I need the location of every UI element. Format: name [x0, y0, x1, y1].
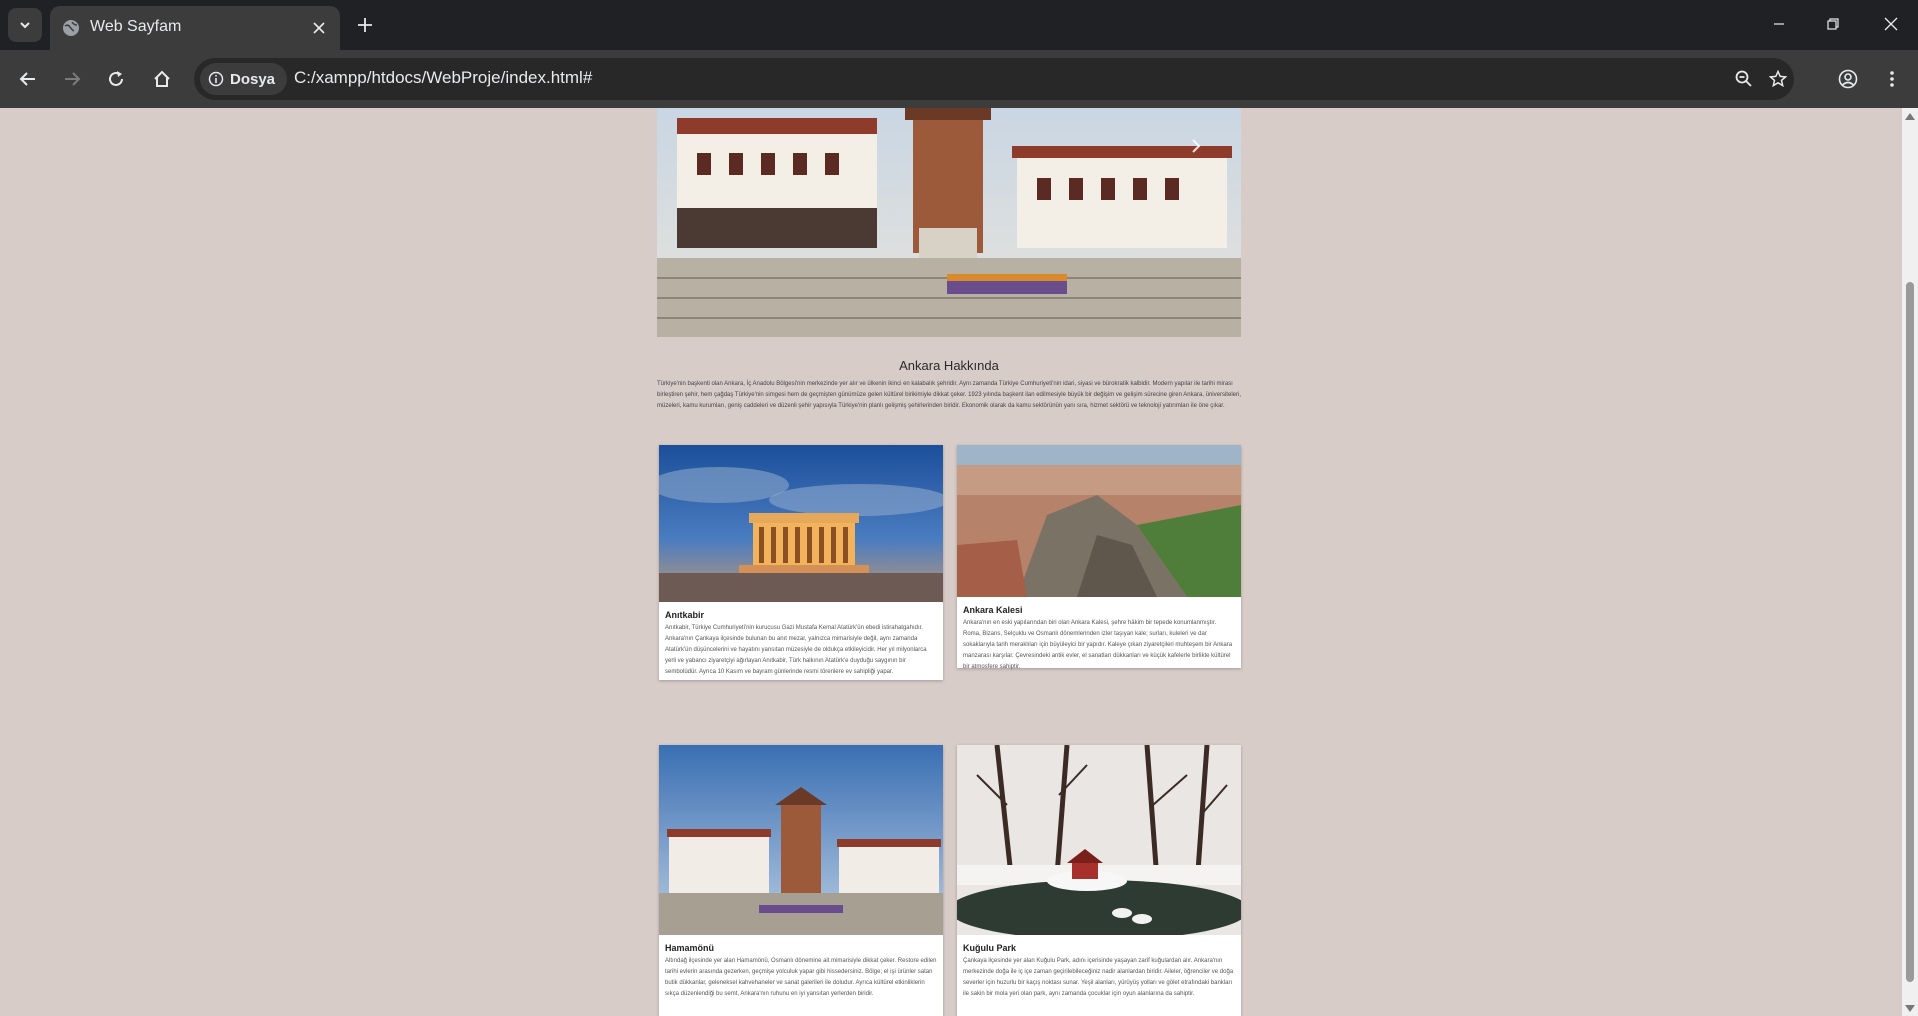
scroll-up-arrow-icon[interactable]: [1905, 113, 1915, 120]
hero-slider: [657, 108, 1241, 337]
about-text: Türkiye'nin başkenti olan Ankara, İç Ana…: [657, 381, 1241, 409]
card-image-kugulu-park: [957, 745, 1241, 935]
card-kugulu-park[interactable]: Kuğulu Park Çankaya ilçesinde yer alan K…: [957, 745, 1241, 1016]
close-icon: [313, 22, 325, 34]
tab-title: Web Sayfam: [90, 18, 182, 35]
url-text[interactable]: C:/xampp/htdocs/WebProje/index.html#: [294, 68, 592, 88]
back-button[interactable]: [12, 63, 44, 95]
about-title: Ankara Hakkında: [899, 358, 999, 373]
zoom-button[interactable]: [1730, 65, 1758, 93]
profile-icon: [1838, 69, 1858, 89]
plus-icon: [358, 18, 372, 32]
profile-button[interactable]: [1832, 63, 1864, 95]
card-text: Çankaya ilçesinde yer alan Kuğulu Park, …: [963, 958, 1234, 997]
scroll-thumb[interactable]: [1906, 282, 1914, 982]
browser-tab[interactable]: Web Sayfam: [50, 6, 340, 50]
close-window-button[interactable]: [1868, 6, 1914, 42]
chevron-down-icon: [20, 22, 30, 29]
restore-button[interactable]: [1810, 6, 1856, 42]
home-button[interactable]: [146, 63, 178, 95]
tab-search-button[interactable]: [8, 8, 42, 42]
site-info-chip[interactable]: Dosya: [200, 63, 288, 95]
close-icon: [1884, 17, 1898, 31]
arrow-right-icon: [65, 72, 81, 86]
slider-next-button[interactable]: [1191, 134, 1201, 160]
card-image-anitkabir: [659, 445, 943, 602]
vertical-scrollbar[interactable]: [1902, 108, 1918, 1016]
star-icon: [1769, 70, 1787, 88]
card-text: Anıtkabir, Türkiye Cumhuriyeti'nin kuruc…: [665, 625, 927, 675]
card-image-hamamonu: [659, 745, 943, 935]
reload-button[interactable]: [100, 63, 132, 95]
card-image-ankara-kalesi: [957, 445, 1241, 597]
chevron-right-icon: [1192, 139, 1201, 153]
page-viewport: Ankara Hakkında Türkiye'nin başkenti ola…: [0, 108, 1902, 1016]
reload-icon: [109, 71, 123, 86]
card-text: Altındağ ilçesinde yer alan Hamamönü, Os…: [665, 958, 937, 997]
card-title: Kuğulu Park: [963, 943, 1017, 953]
tab-strip: Web Sayfam: [0, 0, 1918, 50]
hero-image-hamamonu: [657, 108, 1241, 337]
card-title: Hamamönü: [665, 943, 715, 953]
minimize-icon: [1774, 23, 1784, 25]
card-ankara-kalesi[interactable]: Ankara Kalesi Ankara'nın en eski yapılar…: [957, 445, 1241, 670]
scroll-down-arrow-icon[interactable]: [1905, 1005, 1915, 1012]
more-vertical-icon: [1890, 71, 1894, 87]
card-title: Anıtkabir: [665, 610, 705, 620]
card-hamamonu[interactable]: Hamamönü Altındağ ilçesinde yer alan Ham…: [659, 745, 943, 1016]
card-anitkabir[interactable]: Anıtkabir Anıtkabir, Türkiye Cumhuriyeti…: [659, 445, 943, 680]
restore-icon: [1827, 18, 1839, 30]
address-bar[interactable]: Dosya C:/xampp/htdocs/WebProje/index.htm…: [194, 58, 1794, 100]
forward-button[interactable]: [56, 63, 88, 95]
menu-button[interactable]: [1876, 63, 1908, 95]
minimize-button[interactable]: [1756, 6, 1802, 42]
site-chip-label: Dosya: [230, 70, 276, 88]
info-icon: [208, 71, 224, 87]
home-icon: [154, 70, 170, 87]
bookmark-button[interactable]: [1764, 65, 1792, 93]
card-title: Ankara Kalesi: [963, 605, 1023, 615]
globe-icon: [63, 20, 79, 36]
card-text: Ankara'nın en eski yapılarından biri ola…: [963, 620, 1233, 670]
zoom-out-icon: [1735, 70, 1752, 87]
tab-close-button[interactable]: [308, 17, 330, 39]
arrow-left-icon: [19, 72, 35, 86]
new-tab-button[interactable]: [352, 12, 378, 38]
browser-toolbar: Dosya C:/xampp/htdocs/WebProje/index.htm…: [0, 50, 1918, 108]
